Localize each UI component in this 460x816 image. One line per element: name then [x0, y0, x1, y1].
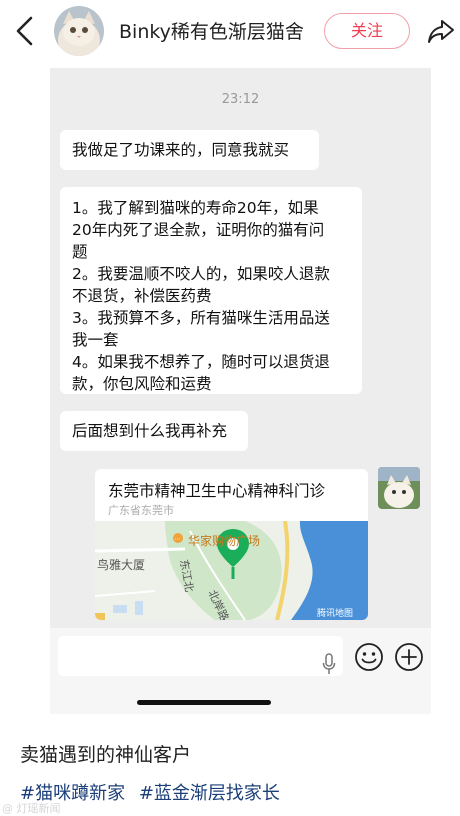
sender-avatar[interactable]: [378, 467, 420, 509]
account-name[interactable]: Binky稀有色渐层猫舍: [119, 17, 304, 44]
location-title: 东莞市精神卫生中心精神科门诊: [108, 482, 326, 500]
message-timestamp: 23:12: [221, 92, 260, 107]
hashtag-link[interactable]: #蓝金渐层找家长: [139, 783, 280, 804]
message-bubble: 后面想到什么我再补充: [60, 411, 248, 451]
follow-button[interactable]: 关注: [324, 13, 410, 49]
message-input[interactable]: [58, 636, 343, 676]
watermark: @ 灯瑶新闻: [2, 802, 61, 815]
map-provider-label: 腾讯地图: [317, 609, 354, 619]
top-bar: Binky稀有色渐层猫舍 关注: [0, 0, 460, 66]
plus-icon[interactable]: [394, 642, 424, 672]
share-arrow-icon[interactable]: [426, 16, 456, 46]
cat-avatar-icon: [378, 467, 420, 509]
avatar[interactable]: [54, 6, 104, 56]
chat-screenshot: 23:12 我做足了功课来的，同意我就买 1。我了解到猫咪的寿命20年，如果 2…: [50, 68, 431, 714]
chevron-left-icon[interactable]: [12, 15, 38, 47]
map-poi-label: 华家购物广场: [188, 534, 261, 548]
message-bubble: 我做足了功课来的，同意我就买: [60, 130, 319, 170]
location-card[interactable]: 东莞市精神卫生中心精神科门诊 广东省东莞市 ⋯ 华家购物广场 鸟雅大厦 东江北 …: [95, 469, 368, 620]
location-subtitle: 广东省东莞市: [108, 504, 174, 517]
chat-input-bar: [50, 628, 431, 714]
home-indicator: [137, 700, 271, 705]
svg-text:⋯: ⋯: [174, 535, 181, 543]
post-caption: 卖猫遇到的神仙客户: [20, 744, 192, 766]
microphone-icon[interactable]: [322, 653, 336, 675]
message-bubble: 1。我了解到猫咪的寿命20年，如果 20年内死了退全款，证明你的猫有问 题 2。…: [60, 187, 362, 394]
map-building-label: 鸟雅大厦: [97, 558, 146, 572]
emoji-icon[interactable]: [354, 642, 384, 672]
cat-avatar-icon: [54, 6, 104, 56]
